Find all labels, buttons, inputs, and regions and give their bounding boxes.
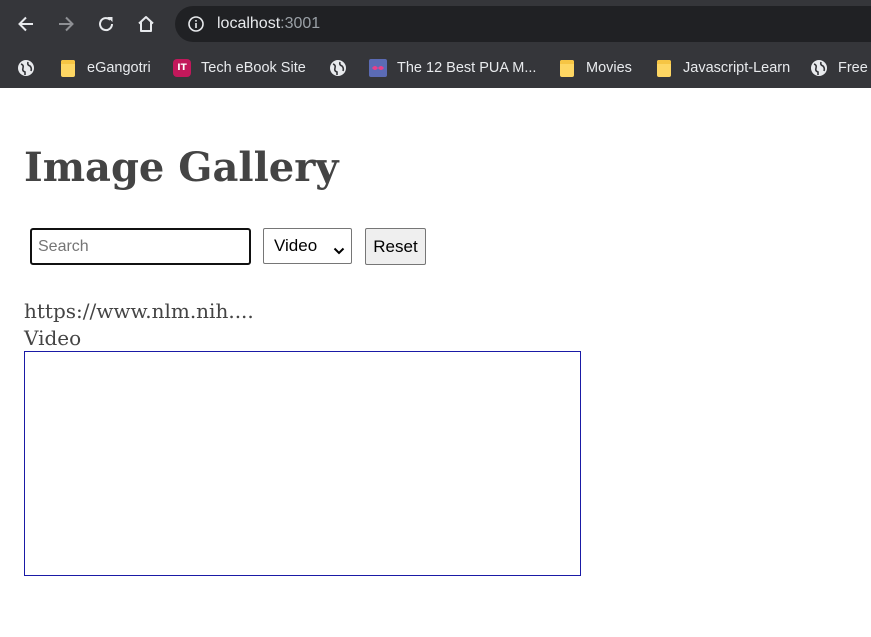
bookmark-label: Movies — [586, 60, 632, 76]
bookmark-label: The 12 Best PUA M... — [397, 60, 537, 76]
item-type: Video — [24, 326, 82, 350]
browser-chrome: localhost:3001 eGangotri IT Tech eBook S… — [0, 0, 871, 88]
media-type-selected: Video — [274, 236, 318, 255]
url-port: :3001 — [280, 15, 321, 32]
folder-icon — [558, 59, 576, 77]
reload-button[interactable] — [92, 10, 120, 38]
folder-icon — [59, 59, 77, 77]
bookmark-label: Javascript-Learn — [683, 60, 791, 76]
arrow-right-icon — [59, 16, 74, 32]
page-content: Image Gallery Video Reset https://www.nl… — [0, 88, 871, 637]
bookmark-label: Tech eBook Site — [201, 60, 306, 76]
bookmark-label: Free — [838, 60, 868, 76]
chevron-down-icon — [333, 241, 345, 261]
bookmark-egangotri[interactable]: eGangotri — [59, 54, 151, 82]
arrow-left-icon — [18, 16, 33, 32]
info-circle-icon[interactable] — [187, 15, 205, 33]
item-url: https://www.nlm.nih.... — [24, 299, 254, 323]
bookmark-pua[interactable]: The 12 Best PUA M... — [369, 54, 536, 82]
browser-toolbar: localhost:3001 — [0, 0, 871, 48]
bookmark-globe-1[interactable] — [17, 54, 45, 82]
home-button[interactable] — [132, 10, 160, 38]
bookmark-movies[interactable]: Movies — [558, 54, 632, 82]
url-host: localhost — [217, 15, 281, 32]
bookmark-free[interactable]: Free — [810, 54, 868, 82]
it-badge-icon: IT — [173, 59, 191, 77]
video-frame[interactable] — [24, 351, 581, 576]
address-bar[interactable]: localhost:3001 — [175, 6, 871, 42]
media-type-select[interactable]: Video — [263, 228, 352, 264]
search-input[interactable] — [30, 228, 251, 265]
home-icon — [138, 16, 154, 32]
forward-button[interactable] — [52, 10, 80, 38]
bookmark-globe-2[interactable] — [329, 54, 357, 82]
bookmark-label: eGangotri — [87, 60, 151, 76]
back-button[interactable] — [12, 10, 40, 38]
reload-icon — [99, 17, 114, 32]
bookmark-javascript-learn[interactable]: Javascript-Learn — [655, 54, 790, 82]
globe-icon — [17, 59, 35, 77]
reset-button[interactable]: Reset — [365, 228, 426, 265]
globe-icon — [810, 59, 828, 77]
bookmarks-bar: eGangotri IT Tech eBook Site The 12 Best… — [0, 48, 871, 88]
globe-icon — [329, 59, 347, 77]
bookmark-tech-ebook-site[interactable]: IT Tech eBook Site — [173, 54, 306, 82]
address-url[interactable]: localhost:3001 — [217, 15, 320, 33]
site-favicon-icon — [369, 59, 387, 77]
page-title: Image Gallery — [24, 144, 339, 191]
folder-icon — [655, 59, 673, 77]
